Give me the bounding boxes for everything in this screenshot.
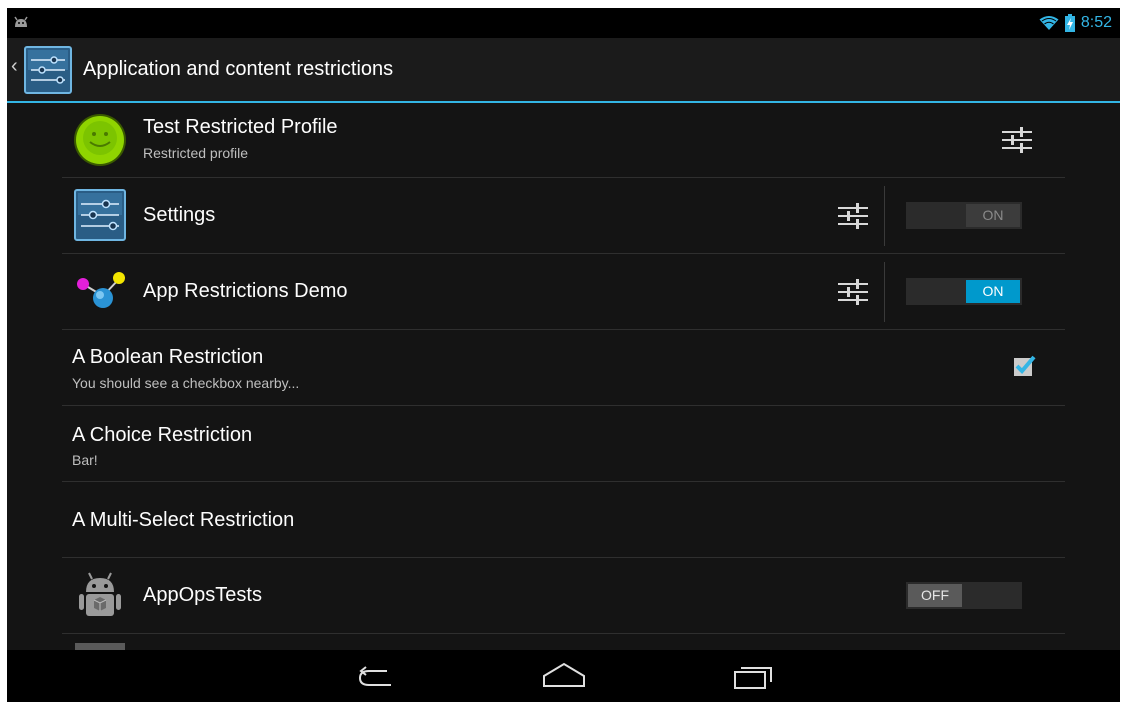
row-title: App Restrictions Demo bbox=[143, 280, 348, 302]
back-icon[interactable] bbox=[347, 658, 407, 694]
recent-apps-icon[interactable] bbox=[725, 658, 785, 694]
settings-sliders-icon[interactable] bbox=[836, 277, 870, 307]
divider bbox=[884, 262, 885, 322]
list-item-multi-select-restriction[interactable]: A Multi-Select Restriction bbox=[62, 482, 1065, 558]
list-item-appopstests[interactable]: AppOpsTests OFF bbox=[62, 558, 1065, 634]
row-title: AppOpsTests bbox=[143, 584, 262, 606]
settings-sliders-icon[interactable] bbox=[1000, 125, 1034, 155]
row-title: Test Restricted Profile bbox=[143, 116, 338, 138]
device-screen: 8:52 ‹ Application and content restricti… bbox=[7, 8, 1120, 702]
profile-avatar-icon bbox=[74, 114, 126, 166]
home-icon[interactable] bbox=[534, 658, 594, 694]
page-title: Application and content restrictions bbox=[83, 58, 394, 80]
list-item-boolean-restriction[interactable]: A Boolean Restriction You should see a c… bbox=[62, 330, 1065, 406]
app-restrictions-demo-toggle[interactable]: ON bbox=[906, 278, 1022, 305]
android-notification-icon bbox=[14, 16, 28, 27]
battery-charging-icon bbox=[1064, 14, 1075, 32]
list-item-choice-restriction[interactable]: A Choice Restriction Bar! bbox=[62, 406, 1065, 482]
row-summary: You should see a checkbox nearby... bbox=[72, 375, 300, 391]
toggle-knob: ON bbox=[966, 280, 1020, 303]
status-bar: 8:52 bbox=[7, 8, 1120, 38]
checkmark-icon bbox=[1015, 355, 1036, 374]
action-bar: ‹ Application and content restrictions bbox=[7, 38, 1120, 103]
row-summary: Bar! bbox=[72, 452, 98, 468]
toggle-knob: ON bbox=[966, 204, 1020, 227]
settings-sliders-icon[interactable] bbox=[836, 201, 870, 231]
android-robot-icon bbox=[79, 572, 121, 616]
row-title: Settings bbox=[143, 204, 216, 226]
row-title: A Multi-Select Restriction bbox=[72, 509, 295, 531]
row-title: A Boolean Restriction bbox=[72, 346, 264, 368]
list-item-app-restrictions-demo[interactable]: App Restrictions Demo ON bbox=[62, 254, 1065, 330]
settings-sliders-icon[interactable] bbox=[24, 46, 72, 94]
navigation-bar bbox=[7, 650, 1120, 702]
toggle-knob: OFF bbox=[908, 584, 962, 607]
appopstests-toggle[interactable]: OFF bbox=[906, 582, 1022, 609]
status-time: 8:52 bbox=[1080, 14, 1112, 31]
boolean-checkbox[interactable] bbox=[1014, 355, 1036, 376]
list-item-test-restricted-profile[interactable]: Test Restricted Profile Restricted profi… bbox=[62, 103, 1065, 178]
restrictions-list[interactable]: Test Restricted Profile Restricted profi… bbox=[7, 103, 1120, 650]
list-item-settings[interactable]: Settings ON bbox=[62, 178, 1065, 254]
partial-app-icon bbox=[75, 643, 125, 650]
divider bbox=[884, 186, 885, 246]
back-caret-icon[interactable]: ‹ bbox=[11, 55, 18, 78]
row-summary: Restricted profile bbox=[143, 145, 249, 161]
wifi-icon bbox=[1039, 16, 1059, 30]
app-restrictions-demo-icon bbox=[77, 272, 125, 308]
list-item-partial[interactable] bbox=[62, 634, 1065, 650]
row-title: A Choice Restriction bbox=[72, 424, 253, 446]
settings-app-icon bbox=[74, 189, 126, 241]
settings-toggle[interactable]: ON bbox=[906, 202, 1022, 229]
